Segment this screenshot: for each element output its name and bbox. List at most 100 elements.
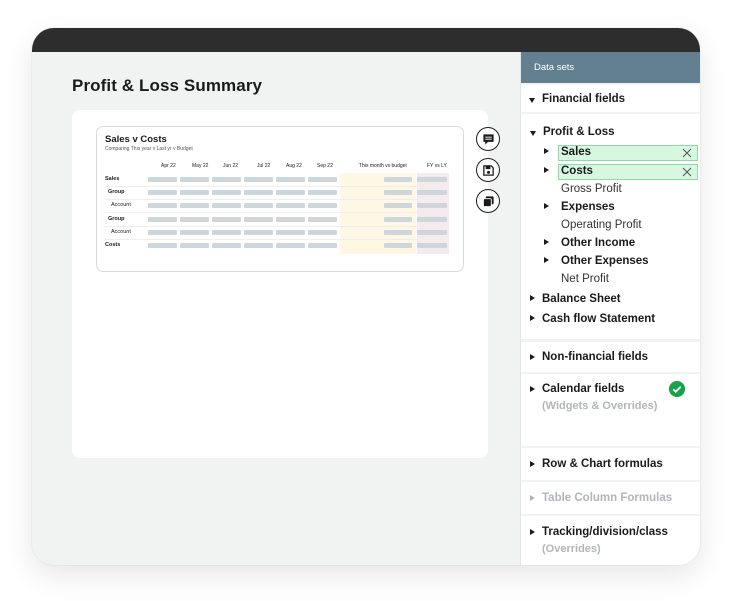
placeholder-cell bbox=[276, 177, 305, 182]
placeholder-cell bbox=[417, 190, 447, 196]
row-divider bbox=[105, 186, 449, 187]
placeholder-cell bbox=[384, 177, 412, 182]
placeholder-cell bbox=[180, 203, 209, 209]
placeholder-cell bbox=[308, 203, 337, 209]
tracking-label: Tracking/division/class bbox=[542, 526, 668, 538]
caret-down-icon bbox=[529, 98, 535, 103]
close-icon[interactable] bbox=[682, 148, 692, 158]
placeholder-cell bbox=[180, 177, 209, 182]
column-header: Apr 22 bbox=[161, 163, 176, 169]
column-header: Jun 22 bbox=[223, 163, 239, 169]
copy-button[interactable] bbox=[476, 189, 500, 213]
caret-right-icon[interactable] bbox=[544, 203, 549, 209]
placeholder-cell bbox=[308, 243, 337, 248]
calendar-sublabel: (Widgets & Overrides) bbox=[542, 400, 658, 412]
placeholder-cell bbox=[180, 216, 209, 222]
placeholder-cell bbox=[244, 190, 273, 196]
copy-icon bbox=[482, 195, 494, 207]
placeholder-cell bbox=[384, 203, 412, 209]
placeholder-cell bbox=[212, 203, 241, 209]
caret-right-icon[interactable] bbox=[544, 167, 549, 173]
calendar-section[interactable]: Calendar fields (Widgets & Overrides) bbox=[521, 374, 700, 446]
placeholder-cell bbox=[384, 216, 412, 222]
placeholder-cell bbox=[308, 229, 337, 235]
widget-subtitle: Comparing This year v Last yr v Budget bbox=[105, 146, 193, 152]
placeholder-cell bbox=[276, 229, 305, 235]
caret-right-icon bbox=[530, 386, 535, 392]
caret-right-icon[interactable] bbox=[544, 257, 549, 263]
placeholder-cell bbox=[276, 243, 305, 248]
placeholder-cell bbox=[148, 243, 177, 248]
placeholder-cell bbox=[244, 216, 273, 222]
tree-item-net-profit[interactable]: Net Profit bbox=[561, 273, 609, 285]
tree-item-operating-profit[interactable]: Operating Profit bbox=[561, 219, 642, 231]
placeholder-cell bbox=[244, 243, 273, 248]
placeholder-cell bbox=[180, 243, 209, 248]
row-label: Account bbox=[111, 228, 131, 235]
placeholder-cell bbox=[212, 216, 241, 222]
title-bar bbox=[32, 28, 700, 52]
placeholder-cell bbox=[244, 177, 273, 182]
tree-item-expenses[interactable]: Expenses bbox=[561, 201, 615, 213]
placeholder-cell bbox=[244, 229, 273, 235]
caret-right-icon[interactable] bbox=[530, 315, 535, 321]
check-circle-icon bbox=[669, 381, 685, 397]
tree-item-cash-flow[interactable]: Cash flow Statement bbox=[542, 313, 655, 325]
close-icon[interactable] bbox=[682, 167, 692, 177]
placeholder-cell bbox=[148, 216, 177, 222]
caret-down-icon[interactable] bbox=[530, 131, 536, 136]
comment-button[interactable] bbox=[476, 127, 500, 151]
placeholder-cell bbox=[308, 216, 337, 222]
placeholder-cell bbox=[417, 243, 447, 248]
tree-item-other-expenses[interactable]: Other Expenses bbox=[561, 255, 649, 267]
caret-right-icon[interactable] bbox=[530, 295, 535, 301]
tree-item-sales[interactable]: Sales bbox=[561, 146, 591, 158]
caret-right-icon[interactable] bbox=[544, 239, 549, 245]
column-header: Jul 22 bbox=[257, 163, 271, 169]
placeholder-cell bbox=[308, 177, 337, 182]
placeholder-cell bbox=[384, 229, 412, 235]
placeholder-cell bbox=[148, 190, 177, 196]
report-card: Sales v Costs Comparing This year v Last… bbox=[72, 110, 488, 458]
placeholder-cell bbox=[244, 203, 273, 209]
tree-item-profit-loss[interactable]: Profit & Loss bbox=[543, 126, 615, 138]
financial-fields-section[interactable]: Financial fields bbox=[521, 85, 700, 112]
table-column-label: Table Column Formulas bbox=[542, 492, 673, 504]
save-icon bbox=[482, 164, 494, 176]
financial-fields-label: Financial fields bbox=[542, 93, 626, 105]
save-button[interactable] bbox=[476, 158, 500, 182]
placeholder-cell bbox=[384, 190, 412, 196]
sales-v-costs-widget[interactable]: Sales v Costs Comparing This year v Last… bbox=[96, 126, 464, 272]
row-divider bbox=[105, 199, 449, 201]
placeholder-cell bbox=[417, 203, 447, 209]
tracking-section[interactable]: Tracking/division/class (Overrides) bbox=[521, 516, 700, 565]
placeholder-cell bbox=[276, 190, 305, 196]
caret-right-icon bbox=[530, 529, 535, 535]
placeholder-cell bbox=[212, 190, 241, 196]
non-financial-section[interactable]: Non-financial fields bbox=[521, 342, 700, 372]
placeholder-cell bbox=[148, 203, 177, 209]
tree-item-other-income[interactable]: Other Income bbox=[561, 237, 635, 249]
caret-right-icon bbox=[530, 461, 535, 467]
tree-item-gross-profit[interactable]: Gross Profit bbox=[561, 183, 622, 195]
placeholder-cell bbox=[417, 177, 447, 182]
column-header: Sep 22 bbox=[317, 163, 333, 169]
row-label: Group bbox=[108, 215, 125, 222]
placeholder-cell bbox=[148, 177, 177, 182]
row-chart-formulas-section[interactable]: Row & Chart formulas bbox=[521, 448, 700, 480]
tree-item-balance-sheet[interactable]: Balance Sheet bbox=[542, 293, 621, 305]
financial-fields-tree: Profit & Loss Sales Costs Gross Profit E… bbox=[521, 114, 700, 339]
placeholder-cell bbox=[148, 229, 177, 235]
row-label: Group bbox=[108, 189, 125, 196]
table-column-formulas-section: Table Column Formulas bbox=[521, 482, 700, 514]
row-divider bbox=[105, 238, 449, 240]
placeholder-cell bbox=[180, 229, 209, 235]
placeholder-cell bbox=[384, 243, 412, 248]
caret-right-icon[interactable] bbox=[544, 148, 549, 154]
row-divider bbox=[105, 212, 449, 214]
placeholder-cell bbox=[417, 216, 447, 222]
column-header: FY vs LY bbox=[427, 163, 447, 169]
placeholder-cell bbox=[276, 216, 305, 222]
tree-item-costs[interactable]: Costs bbox=[561, 165, 593, 177]
column-header: This month vs budget bbox=[359, 163, 407, 169]
